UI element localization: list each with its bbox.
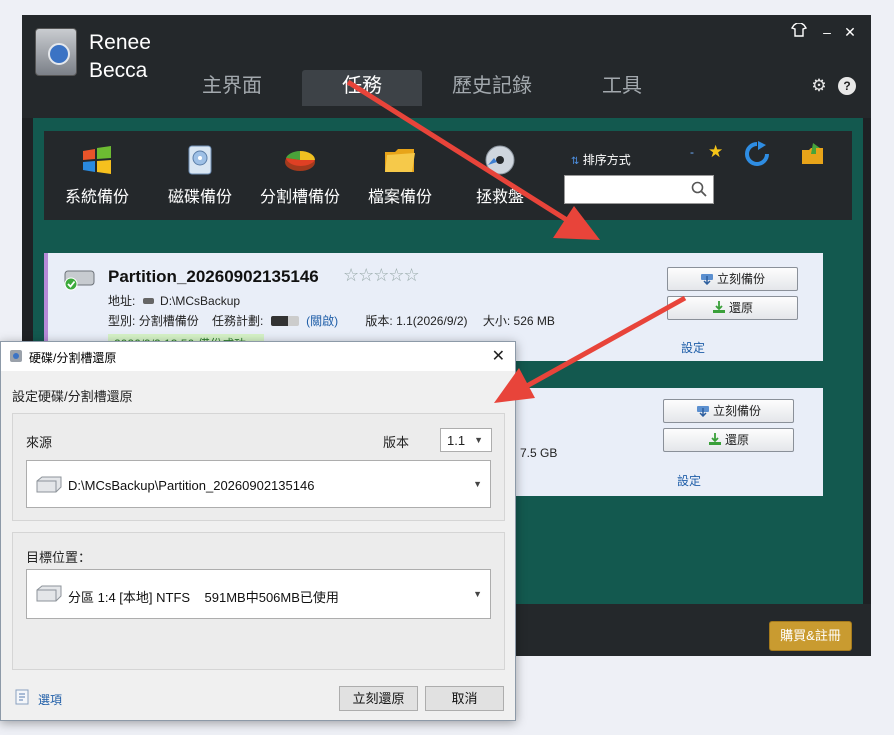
arrow-restore-to-dialog [494,295,687,403]
arrow-tab-to-card [346,79,600,240]
annotation-arrows [346,79,687,403]
